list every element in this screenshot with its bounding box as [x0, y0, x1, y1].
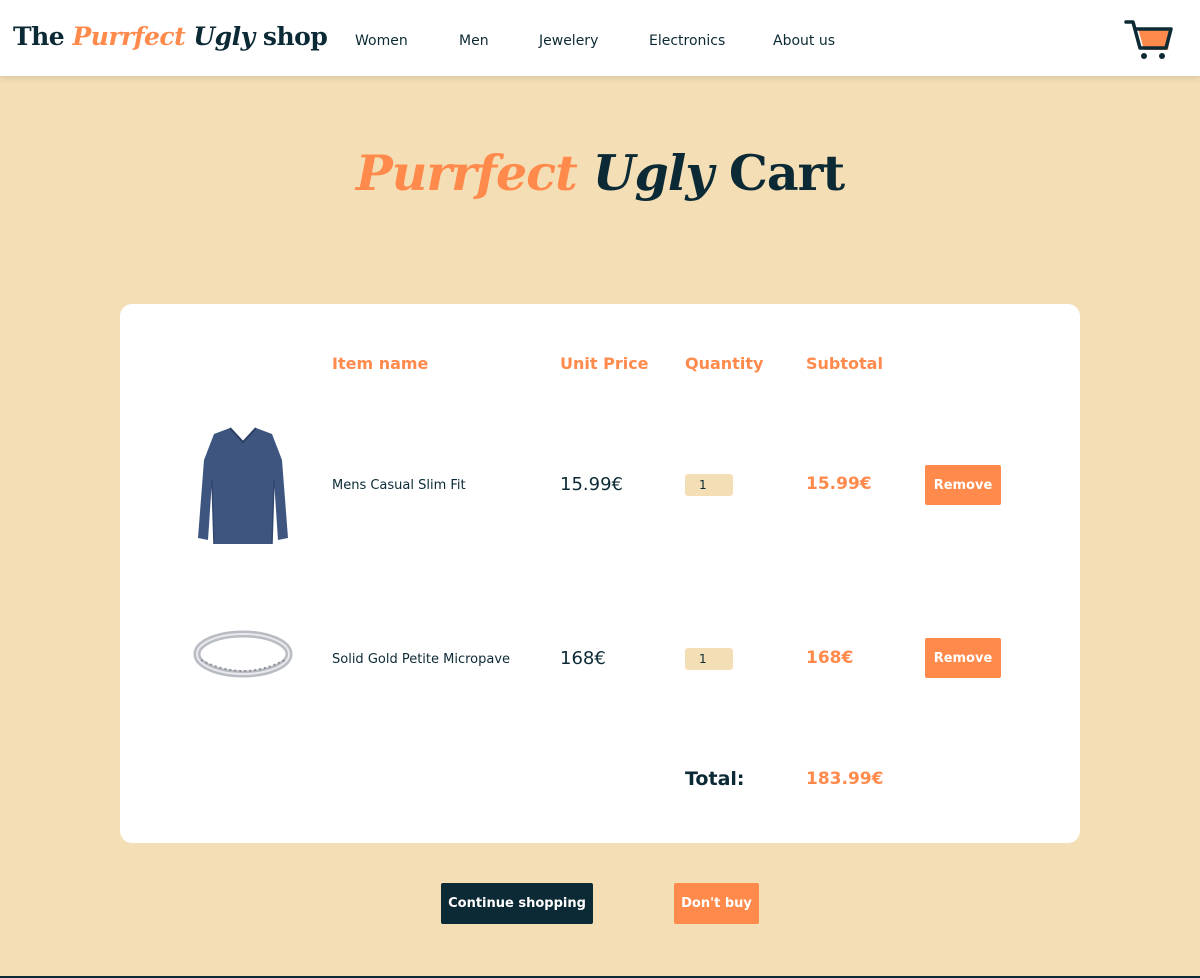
subtotal: 168€ — [806, 648, 854, 668]
column-header-unit-price: Unit Price — [560, 354, 649, 373]
remove-button[interactable]: Remove — [925, 638, 1001, 678]
item-name: Mens Casual Slim Fit — [332, 478, 466, 493]
unit-price: 15.99€ — [560, 474, 623, 495]
remove-button[interactable]: Remove — [925, 465, 1001, 505]
logo-word-ugly: Ugly — [193, 22, 255, 51]
nav-item-about-us[interactable]: About us — [773, 33, 835, 49]
continue-shopping-button[interactable]: Continue shopping — [441, 883, 593, 924]
item-name: Solid Gold Petite Micropave — [332, 652, 511, 667]
nav-item-women[interactable]: Women — [355, 33, 408, 49]
nav-item-men[interactable]: Men — [459, 33, 489, 49]
column-header-item-name: Item name — [332, 354, 429, 373]
page-title: Purrfect Ugly Cart — [0, 144, 1200, 202]
logo-word-the: The — [13, 22, 65, 51]
total-value: 183.99€ — [806, 769, 884, 789]
unit-price: 168€ — [560, 648, 606, 669]
total-label: Total: — [685, 768, 745, 790]
subtotal: 15.99€ — [806, 474, 872, 494]
ring-image — [193, 630, 293, 678]
site-header: The Purrfect Ugly shop Women Men Jeweler… — [0, 0, 1200, 76]
dont-buy-button[interactable]: Don't buy — [674, 883, 759, 924]
column-header-quantity: Quantity — [685, 354, 764, 373]
logo-word-purrfect: Purrfect — [72, 22, 186, 51]
shopping-cart-icon[interactable] — [1124, 18, 1176, 62]
long-sleeve-shirt-image — [198, 427, 288, 545]
site-logo[interactable]: The Purrfect Ugly shop — [13, 22, 328, 51]
title-word-ugly: Ugly — [592, 144, 714, 202]
nav-item-electronics[interactable]: Electronics — [649, 33, 725, 49]
quantity-input[interactable] — [685, 474, 733, 496]
column-header-subtotal: Subtotal — [806, 354, 883, 373]
title-word-cart: Cart — [728, 144, 845, 202]
quantity-input[interactable] — [685, 648, 733, 670]
logo-word-shop: shop — [262, 22, 328, 51]
nav-item-jewelery[interactable]: Jewelery — [539, 33, 598, 49]
title-word-purrfect: Purrfect — [355, 144, 578, 202]
cart-table-card: Item name Unit Price Quantity Subtotal M… — [120, 304, 1080, 843]
